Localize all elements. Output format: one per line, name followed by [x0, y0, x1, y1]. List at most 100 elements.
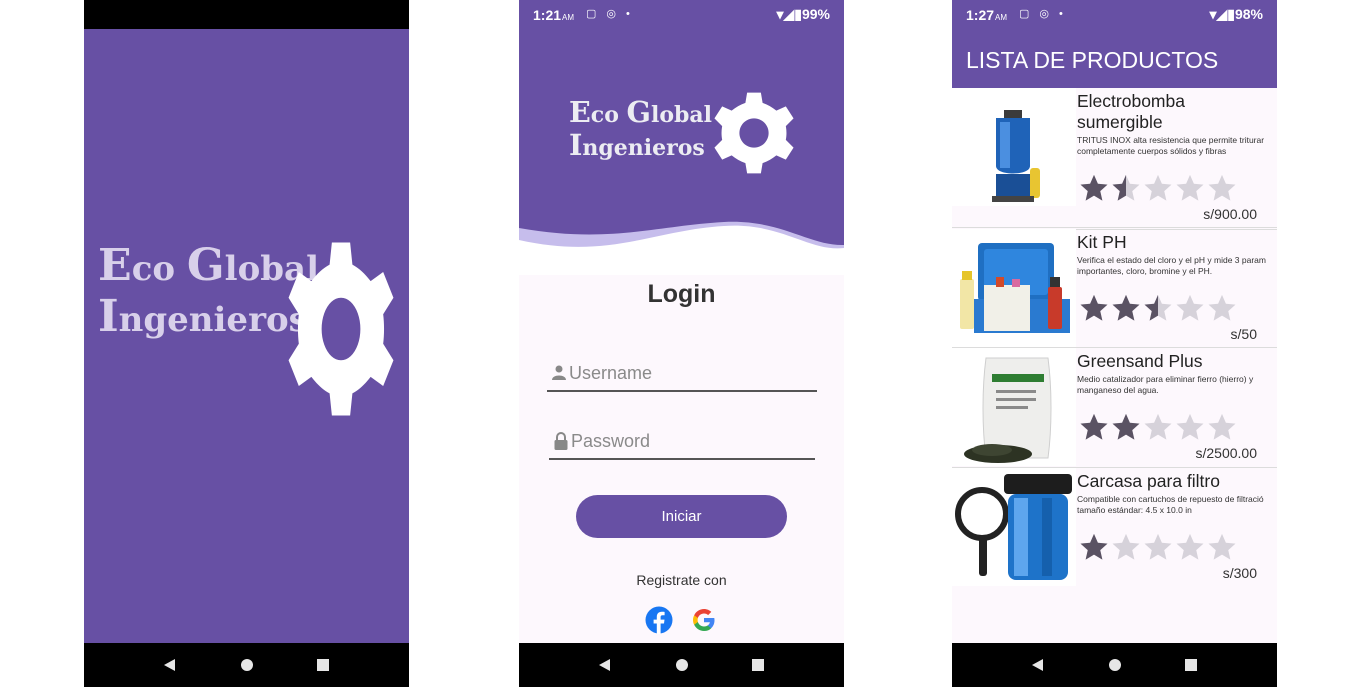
product-card[interactable]: Carcasa para filtro Compatible con cartu… — [952, 468, 1277, 588]
home-button[interactable] — [1100, 643, 1130, 687]
nav-bar — [952, 643, 1277, 687]
divider — [952, 467, 1277, 468]
recents-button[interactable] — [308, 643, 338, 687]
person-icon — [552, 365, 566, 380]
home-icon — [1109, 659, 1121, 671]
status-right: ▾◢▮99% — [776, 6, 830, 22]
rating-stars[interactable] — [1078, 293, 1238, 328]
star-icon[interactable] — [1174, 532, 1206, 562]
back-icon — [598, 659, 610, 671]
brand-line-2: Ingenieros — [569, 127, 705, 162]
star-icon[interactable] — [1078, 412, 1110, 442]
page-title: LISTA DE PRODUCTOS — [966, 47, 1219, 73]
recents-button[interactable] — [743, 643, 773, 687]
star-icon[interactable] — [1142, 412, 1174, 442]
product-name: Carcasa para filtro — [1077, 471, 1220, 491]
back-button[interactable] — [154, 643, 184, 687]
star-icon[interactable] — [1110, 412, 1142, 442]
password-field[interactable] — [549, 426, 815, 460]
star-icon[interactable] — [1174, 293, 1206, 323]
product-name: Greensand Plus — [1077, 351, 1203, 371]
divider — [952, 347, 1277, 348]
product-price: s/300 — [1222, 565, 1257, 581]
rating-stars[interactable] — [1078, 412, 1238, 447]
login-title: Login — [647, 280, 716, 308]
signal-icon: ▾◢▮ — [776, 6, 802, 22]
product-price: s/900.00 — [1203, 206, 1257, 222]
nav-bar — [519, 643, 844, 687]
star-icon[interactable] — [1142, 532, 1174, 562]
products-screen: LISTA DE PRODUCTOS 1:27AM ▢◎• ▾◢▮98% Ele… — [952, 0, 1277, 687]
lock-icon — [554, 432, 568, 450]
product-description: Compatible con cartuchos de repuesto de … — [1077, 494, 1264, 515]
login-button[interactable]: Iniciar — [576, 495, 787, 538]
recents-icon — [752, 659, 764, 671]
gear-icon — [711, 90, 797, 176]
home-button[interactable] — [232, 643, 262, 687]
splash-screen: Eco Global Ingenieros — [84, 0, 409, 687]
password-input[interactable] — [571, 428, 811, 454]
product-card[interactable]: Greensand Plus Medio catalizador para el… — [952, 348, 1277, 468]
signal-icon: ▾◢▮ — [1209, 6, 1235, 22]
star-icon[interactable] — [1174, 412, 1206, 442]
status-right: ▾◢▮98% — [1209, 6, 1263, 22]
product-card[interactable]: Electrobomba sumergible TRITUS INOX alta… — [952, 88, 1277, 230]
brand-line-1: Eco Global — [569, 95, 712, 129]
product-name: Electrobomba sumergible — [1077, 91, 1185, 132]
star-icon[interactable] — [1110, 293, 1142, 323]
facebook-icon[interactable] — [645, 606, 673, 634]
recents-icon — [317, 659, 329, 671]
product-description: Medio catalizador para eliminar fierro (… — [1077, 374, 1254, 395]
star-icon[interactable] — [1206, 532, 1238, 562]
home-icon — [676, 659, 688, 671]
home-button[interactable] — [667, 643, 697, 687]
star-icon[interactable] — [1174, 173, 1206, 203]
username-field[interactable] — [547, 358, 817, 392]
brand-logo-text: Eco Global Ingenieros — [569, 96, 712, 162]
star-icon[interactable] — [1078, 293, 1110, 323]
star-icon[interactable] — [1206, 412, 1238, 442]
status-bar — [84, 0, 409, 29]
product-description: Verifica el estado del cloro y el pH y m… — [1077, 255, 1266, 276]
login-screen: 1:21AM ▢◎• ▾◢▮99% Eco Global Ingenieros … — [519, 0, 844, 687]
status-bar: 1:21AM ▢◎• ▾◢▮99% — [519, 0, 844, 29]
register-label: Registrate con — [636, 572, 727, 588]
product-list: Electrobomba sumergible TRITUS INOX alta… — [952, 88, 1277, 643]
username-input[interactable] — [569, 360, 809, 386]
status-bar: 1:27AM ▢◎• ▾◢▮98% — [952, 0, 1277, 29]
product-image-pump — [952, 88, 1076, 206]
back-icon — [163, 659, 175, 671]
gear-icon — [284, 237, 398, 421]
star-icon[interactable] — [1142, 173, 1174, 203]
product-name: Kit PH — [1077, 232, 1127, 252]
rating-stars[interactable] — [1078, 532, 1238, 567]
home-icon — [241, 659, 253, 671]
star-icon[interactable] — [1078, 173, 1110, 203]
divider — [952, 227, 1277, 228]
star-icon[interactable] — [1142, 293, 1174, 323]
star-icon[interactable] — [1110, 173, 1142, 203]
status-time: 1:27AM — [966, 7, 1008, 23]
product-image-ph-kit — [952, 229, 1076, 347]
recents-button[interactable] — [1176, 643, 1206, 687]
back-icon — [1031, 659, 1043, 671]
star-icon[interactable] — [1206, 293, 1238, 323]
google-icon[interactable] — [691, 607, 717, 633]
star-icon[interactable] — [1078, 532, 1110, 562]
product-description: TRITUS INOX alta resistencia que permite… — [1077, 135, 1265, 156]
recents-icon — [1185, 659, 1197, 671]
star-icon[interactable] — [1110, 532, 1142, 562]
product-card[interactable]: Kit PH Verifica el estado del cloro y el… — [952, 229, 1277, 349]
back-button[interactable] — [1022, 643, 1052, 687]
status-time: 1:21AM — [533, 7, 575, 23]
notification-icons: ▢◎• — [586, 8, 640, 20]
notification-icons: ▢◎• — [1019, 8, 1073, 20]
product-image-filter-housing — [952, 468, 1076, 586]
rating-stars[interactable] — [1078, 173, 1238, 208]
back-button[interactable] — [589, 643, 619, 687]
product-image-greensand — [952, 348, 1076, 466]
product-price: s/2500.00 — [1195, 445, 1258, 461]
product-price: s/50 — [1230, 326, 1257, 342]
star-icon[interactable] — [1206, 173, 1238, 203]
nav-bar — [84, 643, 409, 687]
